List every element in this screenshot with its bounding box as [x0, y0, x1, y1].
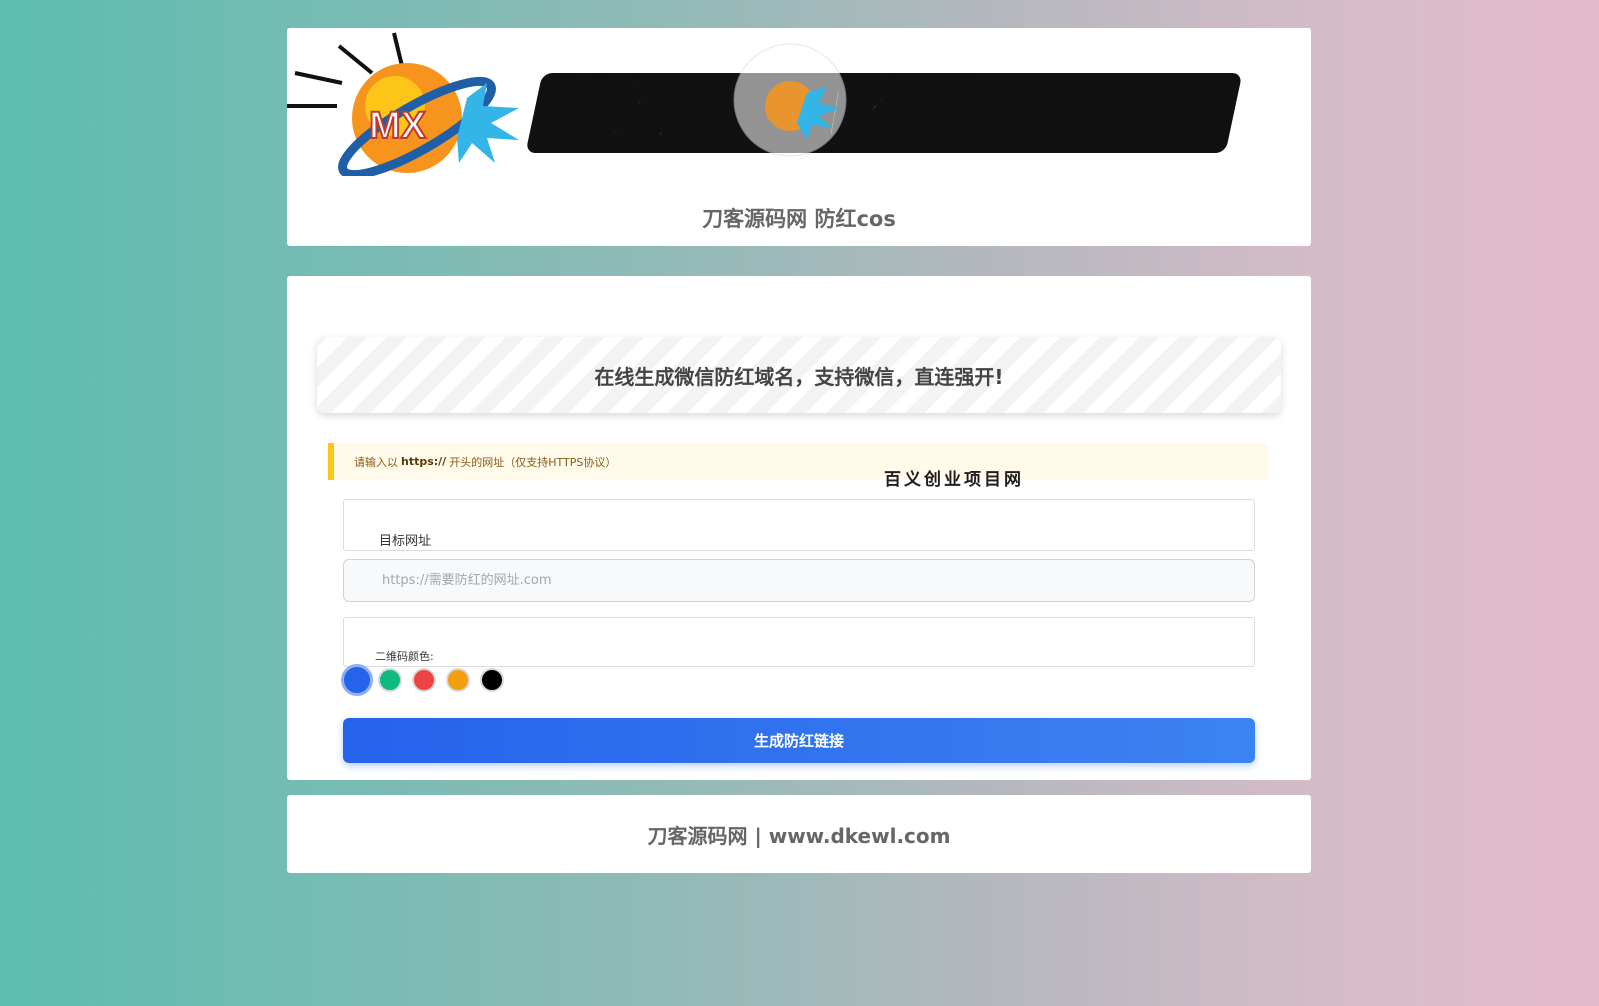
studio-banner-logo: MX 梦幻网络工作室: [287, 28, 1311, 176]
watermark-text: 百义创业项目网: [884, 470, 1024, 490]
notice-protocol: https://: [401, 455, 447, 468]
footer-card: 刀客源码网 | www.dkewl.com: [287, 795, 1311, 873]
hero-text: 在线生成微信防红域名，支持微信，直连强开!: [594, 364, 1004, 389]
notice-suffix: 开头的网址（仅支持HTTPS协议）: [449, 455, 617, 469]
color-swatch-red[interactable]: [412, 668, 436, 692]
color-swatch-orange[interactable]: [446, 668, 470, 692]
main-card: 在线生成微信防红域名，支持微信，直连强开! 请输入以 https:// 开头的网…: [287, 276, 1311, 780]
color-swatch-green[interactable]: [378, 668, 402, 692]
hero-banner: 在线生成微信防红域名，支持微信，直连强开!: [317, 337, 1281, 413]
svg-text:MX: MX: [369, 105, 427, 147]
site-subtitle: 刀客源码网 防红cos: [702, 207, 896, 231]
qr-color-label-box: 二维码颜色:: [343, 617, 1255, 667]
footer-text: 刀客源码网 | www.dkewl.com: [647, 823, 951, 848]
https-notice: 请输入以 https:// 开头的网址（仅支持HTTPS协议）: [328, 443, 1268, 480]
generate-link-button[interactable]: 生成防红链接: [343, 718, 1255, 763]
notice-prefix: 请输入以: [354, 455, 398, 469]
header-card: MX 梦幻网络工作室 刀客源码网 防红cos: [287, 28, 1311, 246]
url-label: 目标网址: [379, 534, 432, 549]
target-url-input[interactable]: [343, 559, 1255, 602]
color-swatch-black[interactable]: [480, 668, 504, 692]
color-swatch-blue[interactable]: [341, 664, 373, 696]
url-label-box: 目标网址: [343, 499, 1255, 551]
qr-color-label: 二维码颜色:: [375, 650, 434, 663]
